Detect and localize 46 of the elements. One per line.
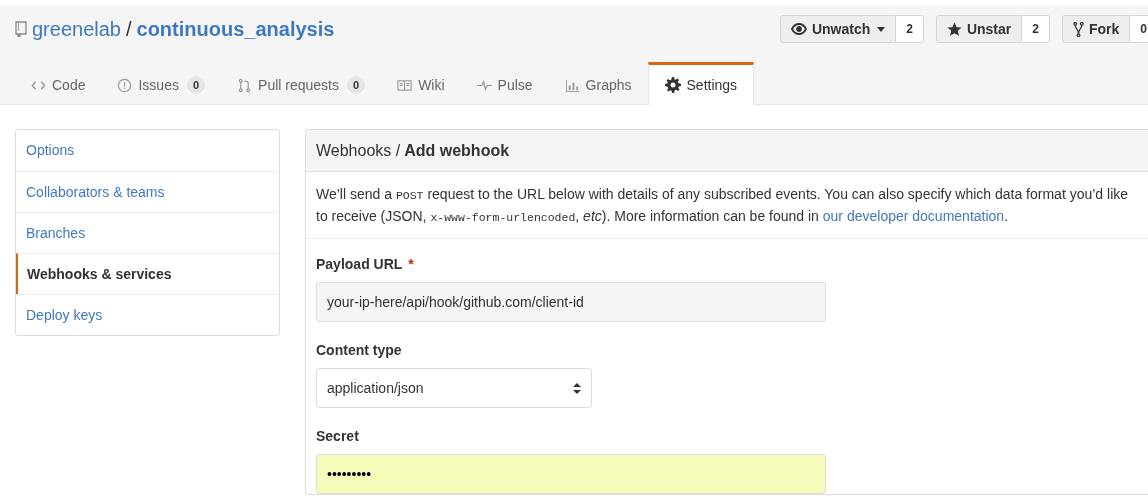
repository-tab[interactable]: Settings <box>647 62 755 105</box>
path-separator: / <box>125 17 132 42</box>
settings-icon <box>664 77 681 93</box>
secret-field[interactable]: ••••••••• <box>316 454 826 494</box>
repository-tab[interactable]: Code <box>15 62 102 105</box>
watch-button[interactable]: Unwatch <box>779 15 897 43</box>
fork-icon <box>1072 21 1084 37</box>
repository-tab[interactable]: Wiki <box>381 62 461 105</box>
repository-tab[interactable]: Graphs <box>548 62 648 105</box>
pulse-icon <box>476 77 492 93</box>
caret-icon <box>877 26 886 32</box>
field-label: Content type <box>316 341 402 360</box>
sidebar-item[interactable]: Webhooks & services <box>16 253 279 294</box>
eye-icon <box>790 23 807 35</box>
field-label: Secret <box>316 427 359 446</box>
pull-request-icon <box>237 77 253 93</box>
sidebar-item[interactable]: Deploy keys <box>16 294 279 335</box>
book-icon <box>397 77 413 93</box>
repository-owner-link[interactable]: greenelab <box>32 14 121 44</box>
bar-chart-icon <box>564 77 580 93</box>
required-marker: * <box>408 255 414 274</box>
sort-caret-icon <box>573 382 581 394</box>
content-type-select[interactable]: application/json <box>316 368 592 408</box>
breadcrumb-link[interactable]: Webhooks / <box>316 138 401 163</box>
sidebar-item[interactable]: Options <box>16 130 279 171</box>
count-badge: 0 <box>347 76 366 94</box>
count-badge: 0 <box>1130 15 1148 43</box>
alert-icon <box>117 77 133 93</box>
webhook-description: We’ll send a POST request to the URL below with details of any subscribed events. You can also specify which data format you’d like to receive (JSON, x-www-form-urlencoded, etc). More information can be found in our developer documentation. <box>316 185 1130 226</box>
panel-title: Add webhook <box>404 140 510 161</box>
fork-button[interactable]: Fork <box>1061 15 1131 43</box>
repository-name-link[interactable]: continuous_analysis <box>136 14 335 44</box>
count-badge: 2 <box>1022 15 1050 43</box>
repository-tab[interactable]: Pulse <box>460 62 549 105</box>
sidebar-item[interactable]: Collaborators & teams <box>16 171 279 212</box>
repository-icon <box>15 21 27 37</box>
payload-url-field[interactable]: your-ip-here/api/hook/github.com/client-id <box>316 282 826 322</box>
repository-tab[interactable]: Pull requests 0 <box>221 62 382 105</box>
field-label: Payload URL <box>316 255 403 274</box>
count-badge: 2 <box>896 15 924 43</box>
repository-tab[interactable]: Issues 0 <box>101 62 222 105</box>
star-button[interactable]: Unstar <box>935 15 1023 43</box>
count-badge: 0 <box>186 76 206 94</box>
sidebar-item[interactable]: Branches <box>16 212 279 253</box>
documentation-link[interactable]: our developer documentation <box>822 208 1005 224</box>
star-icon <box>946 21 962 37</box>
